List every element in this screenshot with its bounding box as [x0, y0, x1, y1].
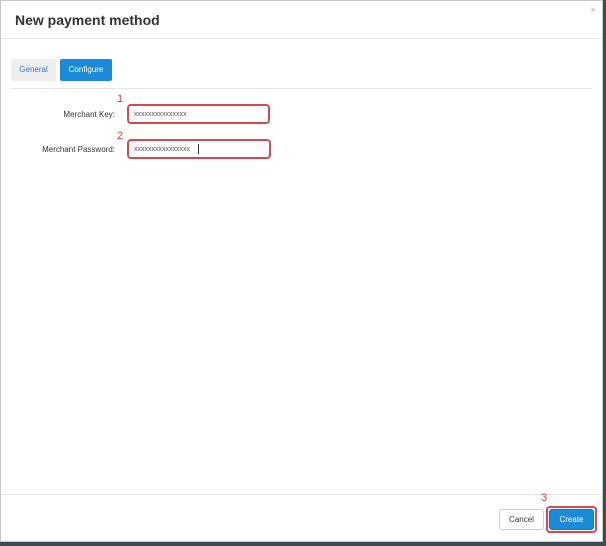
merchant-password-label: Merchant Password: — [42, 145, 115, 154]
dialog-title: New payment method — [15, 12, 160, 28]
create-button[interactable]: Create — [549, 509, 594, 530]
footer-divider — [1, 494, 602, 495]
annotation-marker-3: 3 — [541, 492, 548, 504]
annotation-marker-2: 2 — [117, 130, 124, 142]
close-icon[interactable]: × — [590, 6, 596, 16]
dialog-header: New payment method × — [1, 1, 602, 39]
merchant-key-input[interactable] — [127, 104, 270, 124]
annotation-marker-1: 1 — [117, 93, 124, 105]
text-caret — [198, 144, 199, 154]
tab-bar: General Configure — [11, 59, 112, 81]
tab-configure[interactable]: Configure — [60, 59, 112, 81]
tab-general[interactable]: General — [11, 59, 56, 81]
merchant-password-input[interactable] — [127, 139, 271, 159]
tab-divider — [11, 88, 592, 89]
merchant-key-label: Merchant Key: — [63, 110, 115, 119]
cancel-button[interactable]: Cancel — [499, 509, 544, 530]
new-payment-method-dialog: New payment method × General Configure 1 … — [0, 0, 603, 542]
